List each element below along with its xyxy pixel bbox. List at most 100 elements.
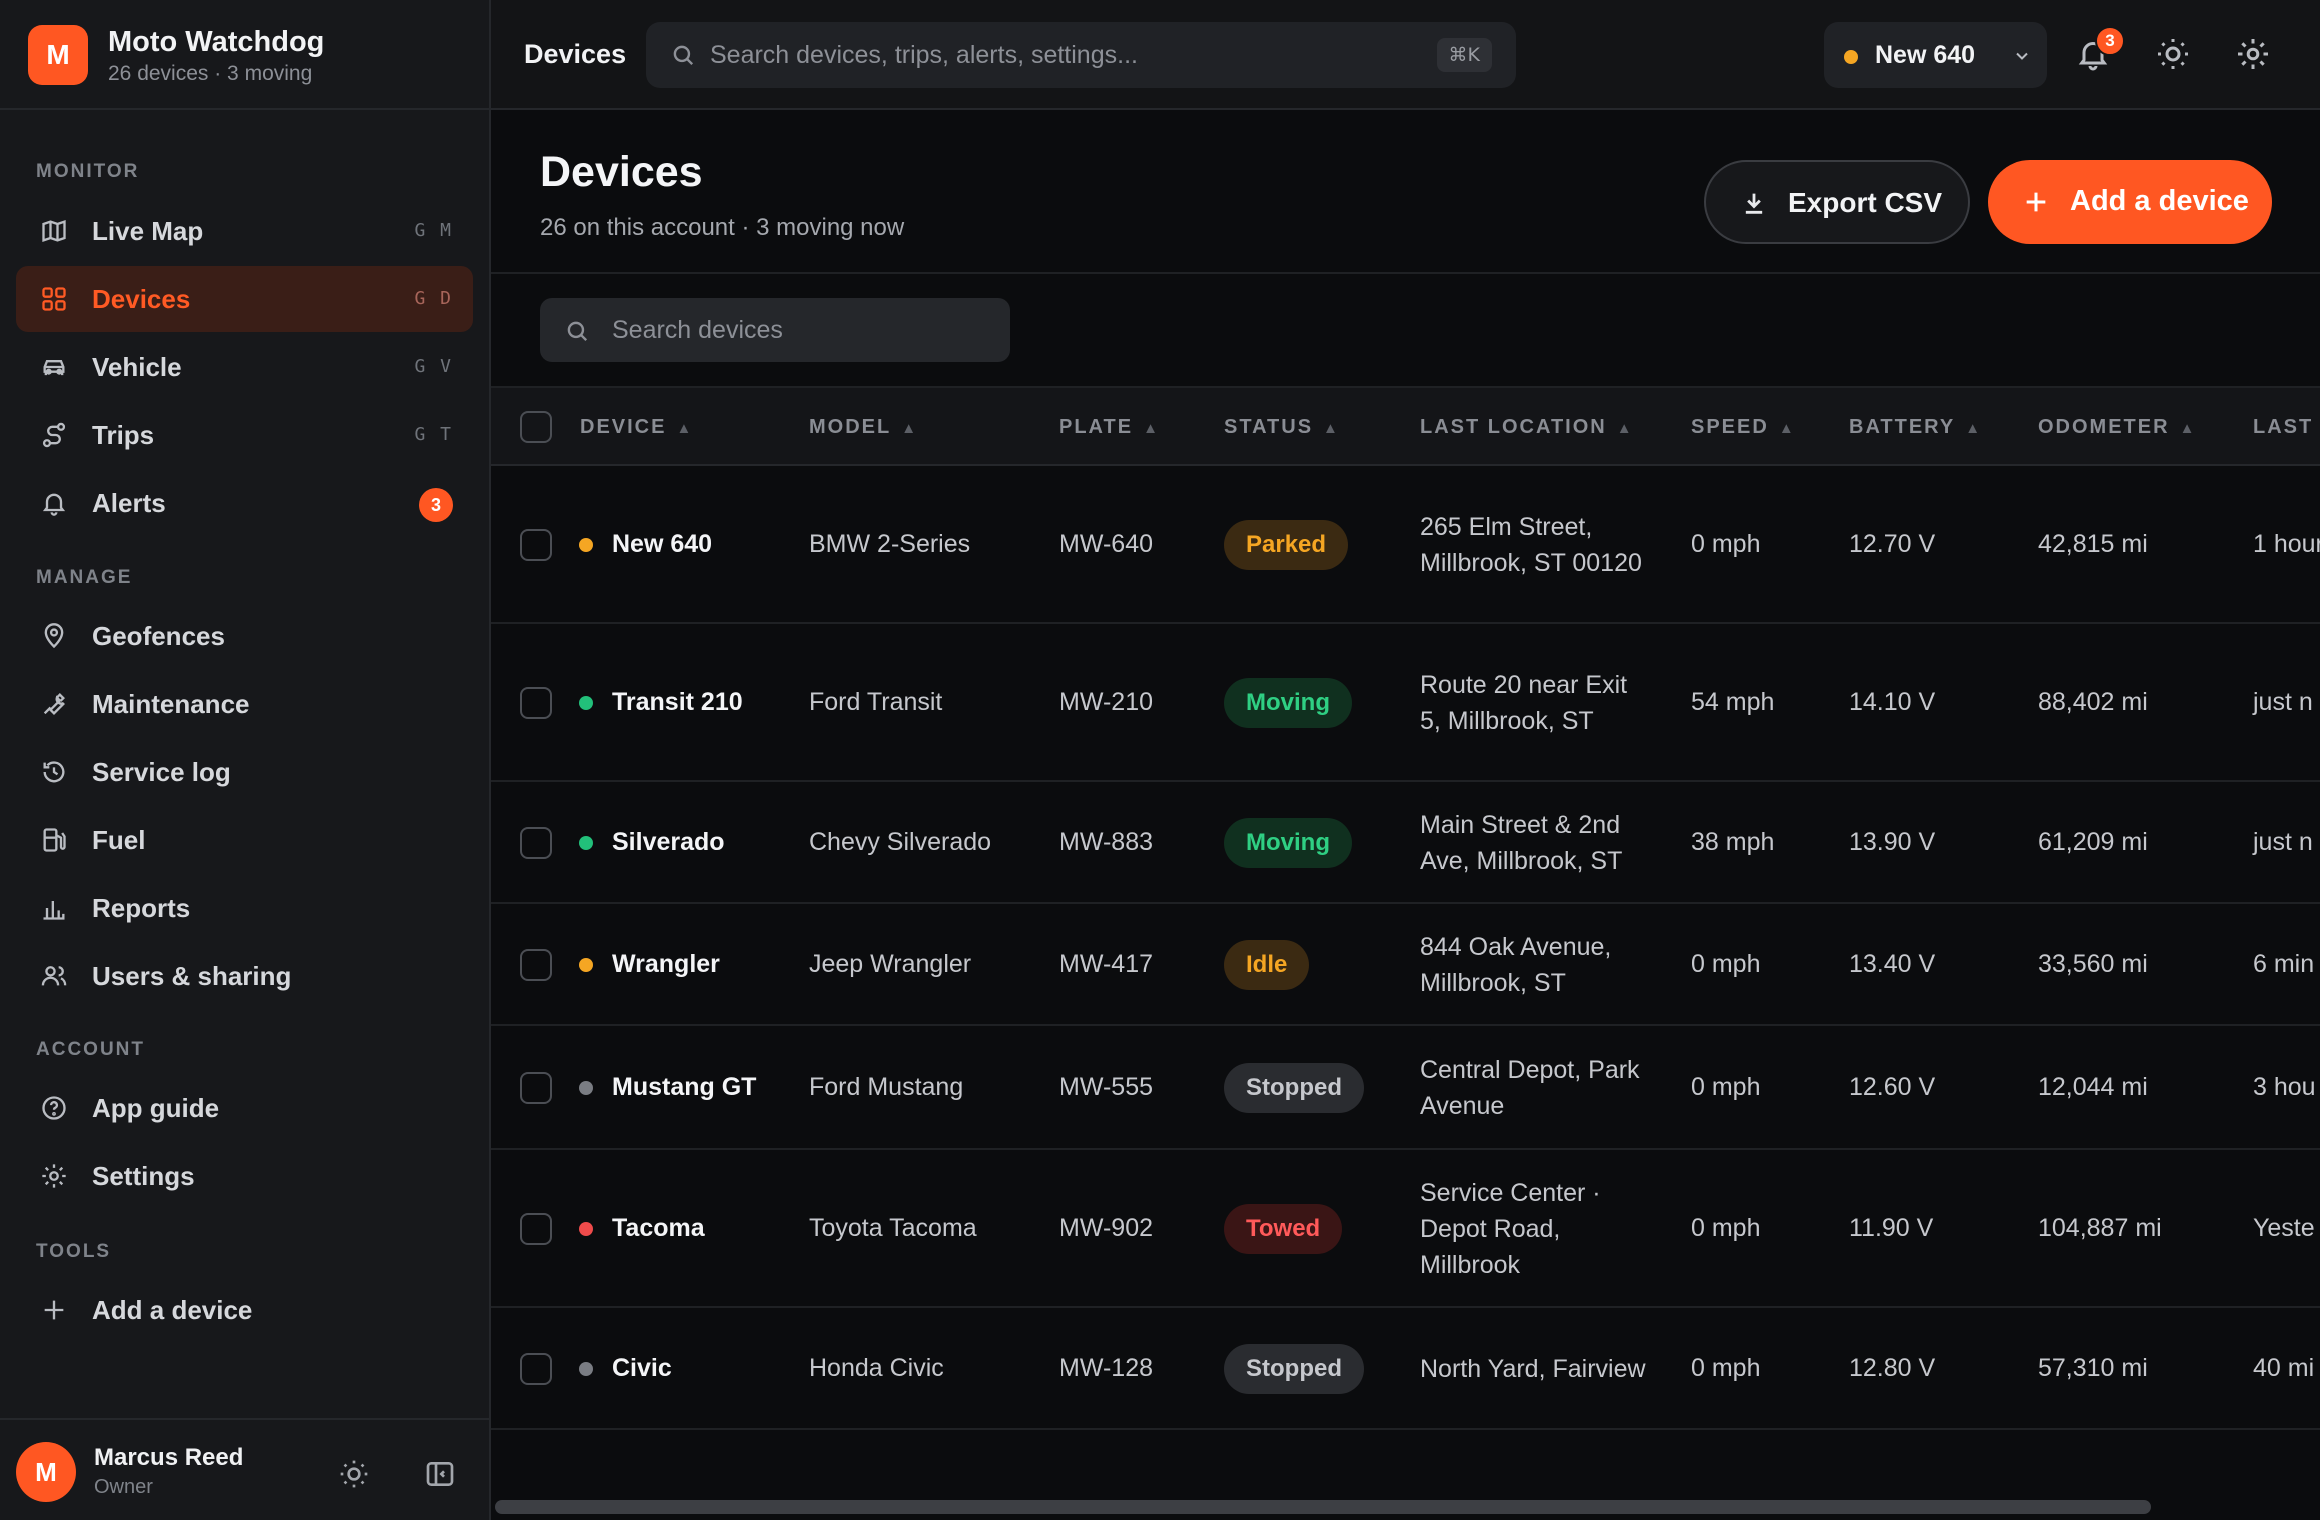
device-name[interactable]: Transit 210 <box>612 688 743 717</box>
sidebar-item-vehicle[interactable]: Vehicle G V <box>16 334 473 400</box>
device-last-seen: Yeste <box>2253 1214 2315 1242</box>
device-last-location: Main Street & 2nd Ave, Millbrook, ST <box>1420 811 1623 875</box>
row-checkbox[interactable] <box>520 827 552 859</box>
sidebar-item-app-guide[interactable]: App guide <box>16 1075 473 1141</box>
sidebar-item-alerts[interactable]: Alerts 3 <box>16 470 473 536</box>
status-badge: Moving <box>1224 818 1352 868</box>
sidebar-item-trips[interactable]: Trips G T <box>16 402 473 468</box>
sidebar: M Moto Watchdog 26 devices · 3 moving MO… <box>0 0 491 1520</box>
wrench-icon <box>40 690 68 718</box>
sidebar-item-label: Geofences <box>92 621 225 651</box>
table-row[interactable]: Tacoma Toyota Tacoma MW-902 0 mph 11.90 V 104… <box>491 1150 2320 1308</box>
column-header-battery[interactable]: BATTERY ▲ <box>1849 416 1982 439</box>
history-icon <box>40 758 68 786</box>
export-csv-label: Export CSV <box>1788 187 1943 218</box>
sidebar-item-label: Devices <box>92 284 191 314</box>
select-all-checkbox[interactable] <box>520 411 552 443</box>
table-row[interactable]: Transit 210 Ford Transit MW-210 54 mph 14.10… <box>491 624 2320 782</box>
sidebar-item-label: Alerts <box>92 488 166 518</box>
device-last-seen: 6 min <box>2253 950 2315 978</box>
map-icon <box>40 217 68 245</box>
sidebar-item-live-map[interactable]: Live Map G M <box>16 198 473 264</box>
add-device-button[interactable]: Add a device <box>1988 160 2272 244</box>
column-header-status[interactable]: STATUS ▲ <box>1224 416 1340 439</box>
sidebar-item-users-sharing[interactable]: Users & sharing <box>16 943 473 1009</box>
row-checkbox[interactable] <box>520 949 552 981</box>
scrollbar-thumb[interactable] <box>495 1500 2151 1514</box>
device-battery: 13.90 V <box>1849 828 1936 856</box>
column-header-odometer[interactable]: ODOMETER ▲ <box>2038 416 2196 439</box>
sidebar-item-add-device[interactable]: Add a device <box>16 1277 473 1343</box>
column-header-device[interactable]: DEVICE ▲ <box>580 416 693 439</box>
table-row[interactable]: Civic Honda Civic MW-128 0 mph 12.80 V 57,310… <box>491 1308 2320 1430</box>
sidebar-item-service-log[interactable]: Service log <box>16 739 473 805</box>
sidebar-item-label: Add a device <box>92 1295 253 1325</box>
users-icon <box>40 962 68 990</box>
avatar[interactable]: M <box>16 1442 76 1502</box>
column-header-plate[interactable]: PLATE ▲ <box>1059 416 1160 439</box>
gear-icon <box>40 1162 68 1190</box>
export-csv-button[interactable]: Export CSV <box>1704 160 1970 244</box>
device-last-location: North Yard, Fairview <box>1420 1355 1646 1383</box>
device-name[interactable]: Civic <box>612 1354 672 1383</box>
device-odometer: 104,887 mi <box>2038 1214 2162 1242</box>
device-name[interactable]: Wrangler <box>612 950 720 979</box>
column-header-speed[interactable]: SPEED ▲ <box>1691 416 1796 439</box>
device-name[interactable]: Mustang GT <box>612 1073 756 1102</box>
device-odometer: 88,402 mi <box>2038 688 2148 716</box>
device-name[interactable]: New 640 <box>612 530 712 559</box>
theme-toggle-icon[interactable] <box>338 1458 370 1490</box>
selected-device-label: New 640 <box>1875 41 1976 69</box>
row-checkbox[interactable] <box>520 687 552 719</box>
device-status-dot <box>579 1081 593 1095</box>
gear-icon[interactable] <box>2235 36 2271 72</box>
row-checkbox[interactable] <box>520 1353 552 1385</box>
device-battery: 14.10 V <box>1849 688 1936 716</box>
device-speed: 0 mph <box>1691 1214 1761 1242</box>
table-row[interactable]: Wrangler Jeep Wrangler MW-417 0 mph 13.40 V 3… <box>491 904 2320 1026</box>
global-search-input[interactable]: Search devices, trips, alerts, settings.… <box>646 22 1516 88</box>
sidebar-item-fuel[interactable]: Fuel <box>16 807 473 873</box>
chevron-down-icon <box>2012 46 2032 66</box>
collapse-sidebar-icon[interactable] <box>424 1458 456 1490</box>
column-header-last-location[interactable]: LAST LOCATION ▲ <box>1420 416 1634 439</box>
shortcut-hint: G M <box>414 220 453 241</box>
row-checkbox[interactable] <box>520 529 552 561</box>
column-header-model[interactable]: MODEL ▲ <box>809 416 918 439</box>
table-row[interactable]: Mustang GT Ford Mustang MW-555 0 mph 12.60 V… <box>491 1026 2320 1150</box>
table-row[interactable]: New 640 BMW 2-Series MW-640 0 mph 12.70 V 42,… <box>491 466 2320 624</box>
notification-count-badge: 3 <box>2095 26 2125 56</box>
sidebar-item-settings[interactable]: Settings <box>16 1143 473 1209</box>
fuel-icon <box>40 826 68 854</box>
section-tools: TOOLS <box>36 1241 112 1262</box>
section-manage: MANAGE <box>36 567 133 588</box>
column-label: STATUS <box>1224 416 1314 438</box>
device-speed: 0 mph <box>1691 1073 1761 1101</box>
divider <box>491 272 2320 274</box>
sidebar-item-label: Maintenance <box>92 689 250 719</box>
device-last-location: Central Depot, Park Avenue <box>1420 1056 1640 1120</box>
table-search-input[interactable]: Search devices <box>540 298 1010 362</box>
brand-logo[interactable]: M <box>28 25 88 85</box>
sun-icon[interactable] <box>2155 36 2191 72</box>
horizontal-scrollbar[interactable] <box>495 1500 2320 1514</box>
device-status-dot <box>579 1362 593 1376</box>
row-checkbox[interactable] <box>520 1213 552 1245</box>
row-checkbox[interactable] <box>520 1072 552 1104</box>
device-plate: MW-902 <box>1059 1214 1154 1242</box>
sidebar-item-label: Settings <box>92 1161 195 1191</box>
sidebar-item-label: Fuel <box>92 825 146 855</box>
table-row[interactable]: Silverado Chevy Silverado MW-883 38 mph 13.9… <box>491 782 2320 904</box>
table-header: DEVICE ▲ MODEL ▲ PLATE ▲ STATUS ▲ LAST LOCAT… <box>491 386 2320 466</box>
device-name[interactable]: Silverado <box>612 828 725 857</box>
sidebar-item-reports[interactable]: Reports <box>16 875 473 941</box>
sidebar-item-maintenance[interactable]: Maintenance <box>16 671 473 737</box>
sidebar-item-geofences[interactable]: Geofences <box>16 603 473 669</box>
column-header-last[interactable]: LAST <box>2253 416 2313 439</box>
device-selector[interactable]: New 640 <box>1824 22 2047 88</box>
shortcut-hint: G D <box>414 288 453 309</box>
sidebar-item-devices[interactable]: Devices G D <box>16 266 473 332</box>
sort-icon: ▲ <box>1143 420 1160 437</box>
device-name[interactable]: Tacoma <box>612 1214 705 1243</box>
bar-chart-icon <box>40 894 68 922</box>
